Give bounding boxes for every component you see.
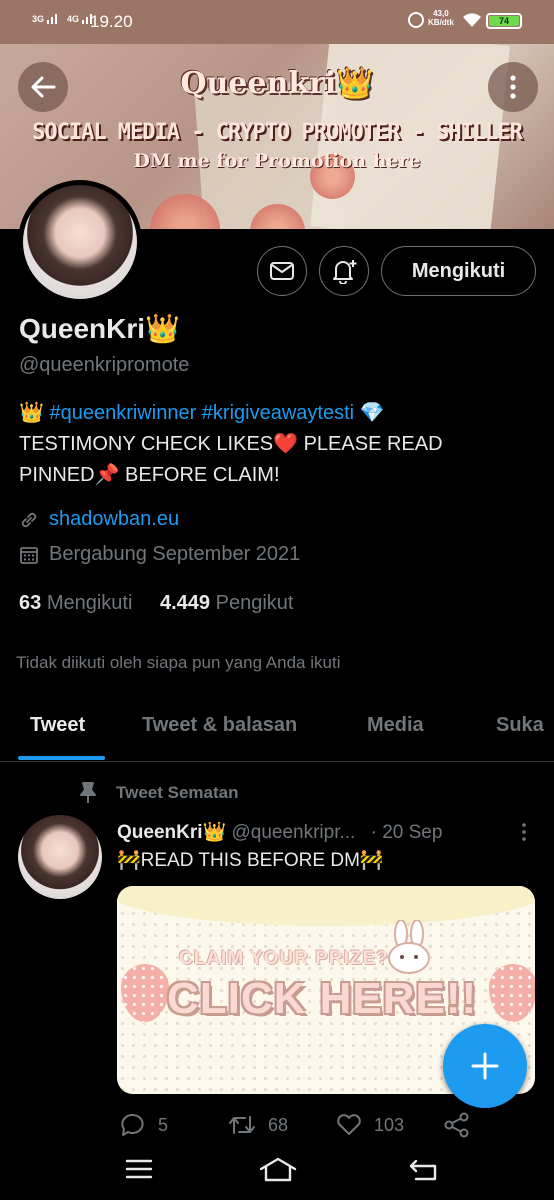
profile-tabs: Tweet Tweet & balasan Media Suka [0, 700, 554, 762]
bio-suffix: 💎 [354, 402, 385, 424]
tab-tweets[interactable]: Tweet [30, 714, 85, 737]
bio-prefix: 👑 [19, 402, 50, 424]
more-options-button[interactable] [488, 62, 538, 112]
joined-row: Bergabung September 2021 [19, 543, 300, 566]
network-4g-label: 4G [67, 14, 80, 24]
website-row: shadowban.eu [19, 508, 179, 531]
tweet-text: 🚧READ THIS BEFORE DM🚧 [117, 850, 384, 871]
tweet-avatar[interactable] [18, 815, 102, 899]
profile-avatar[interactable] [18, 180, 142, 304]
retweet-icon [229, 1116, 255, 1134]
kebab-menu-icon [510, 75, 516, 99]
website-link[interactable]: shadowban.eu [49, 508, 179, 531]
system-nav-bar [0, 1140, 554, 1200]
wifi-icon [463, 13, 481, 27]
pinned-label: Tweet Sematan [78, 782, 239, 804]
link-icon [21, 512, 37, 527]
followers-label: Pengikut [215, 592, 294, 614]
tweet-date[interactable]: · 20 Sep [371, 822, 443, 843]
speed-unit: KB/dtk [428, 18, 454, 27]
media-claim-text: CLAIM YOUR PRIZE? [179, 948, 389, 969]
plus-icon [471, 1052, 499, 1080]
clock: 19.20 [90, 12, 133, 31]
alarm-icon [408, 12, 424, 28]
following-count: 63 [19, 592, 42, 614]
following-button[interactable]: Mengikuti [381, 246, 536, 296]
bio-line: PINNED📌 BEFORE CLAIM! [19, 464, 280, 486]
tab-media[interactable]: Media [367, 714, 424, 737]
avatar-image [18, 815, 102, 899]
follow-counts: 63 Mengikuti 4.449 Pengikut [19, 592, 293, 615]
calendar-icon [20, 546, 38, 564]
tweet-more-icon[interactable] [521, 823, 527, 841]
user-handle: @queenkripromote [19, 354, 190, 376]
followers-stat[interactable]: 4.449 Pengikut [160, 592, 293, 614]
bio-line: TESTIMONY CHECK LIKES❤️ PLEASE READ [19, 433, 443, 455]
joined-date: Bergabung September 2021 [49, 543, 301, 565]
notifications-button[interactable] [319, 246, 369, 296]
tweet-author-handle: @queenkripr... [231, 822, 356, 843]
retweet-button[interactable]: 68 [228, 1113, 288, 1137]
compose-tweet-button[interactable] [443, 1024, 527, 1108]
network-speed: 43,0 KB/dtk [428, 9, 454, 27]
mutual-followers-note: Tidak diikuti oleh siapa pun yang Anda i… [16, 653, 341, 672]
battery-level: 74 [489, 16, 519, 26]
like-count: 103 [374, 1114, 405, 1135]
like-button[interactable]: 103 [336, 1113, 404, 1137]
following-label: Mengikuti [46, 592, 133, 614]
reply-count: 5 [158, 1114, 169, 1135]
reply-button[interactable]: 5 [120, 1113, 168, 1137]
avatar-image [23, 185, 137, 299]
tab-tweets-replies[interactable]: Tweet & balasan [142, 714, 297, 737]
followers-count: 4.449 [159, 592, 211, 614]
banner-title: Queenkri👑 [180, 66, 374, 101]
banner-dm-text: DM me for Promotion here [133, 150, 421, 172]
pin-icon [80, 782, 96, 803]
active-tab-indicator [18, 756, 105, 760]
speed-value: 43,0 [433, 9, 449, 18]
pinned-text: Tweet Sematan [116, 783, 239, 802]
display-name: QueenKri👑 [19, 313, 180, 344]
signal-icon [46, 14, 57, 24]
network-indicator: 3G 4G [32, 12, 96, 24]
envelope-icon [270, 262, 294, 280]
tab-likes[interactable]: Suka [496, 714, 544, 737]
home-icon[interactable] [258, 1156, 298, 1182]
network-3g-label: 3G [32, 14, 45, 24]
back-nav-icon[interactable] [408, 1157, 438, 1181]
share-icon[interactable] [444, 1112, 470, 1138]
tweet-author-name[interactable]: QueenKri👑 [117, 822, 226, 843]
following-stat[interactable]: 63 Mengikuti [19, 592, 132, 614]
tweet-header: QueenKri👑 @queenkripr... · 20 Sep [117, 820, 442, 844]
retweet-count: 68 [268, 1114, 289, 1135]
message-button[interactable] [257, 246, 307, 296]
media-click-text: CLICK HERE!! [167, 974, 478, 1023]
banner-subtitle: SOCIAL MEDIA - CRYPTO PROMOTER - SHILLER [32, 120, 523, 145]
profile-bio: 👑 #queenkriwinner #krigiveawaytesti 💎 TE… [19, 398, 539, 491]
bell-plus-icon [333, 260, 357, 284]
status-bar: 3G 4G 19.20 43,0 KB/dtk 74 [0, 0, 554, 44]
menu-icon[interactable] [125, 1158, 153, 1180]
heart-icon [337, 1114, 361, 1135]
arrow-left-icon [31, 76, 56, 98]
battery-icon: 74 [486, 13, 522, 29]
back-button[interactable] [18, 62, 68, 112]
bio-hashtags[interactable]: #queenkriwinner #krigiveawaytesti [49, 402, 354, 424]
reply-icon [121, 1113, 144, 1136]
